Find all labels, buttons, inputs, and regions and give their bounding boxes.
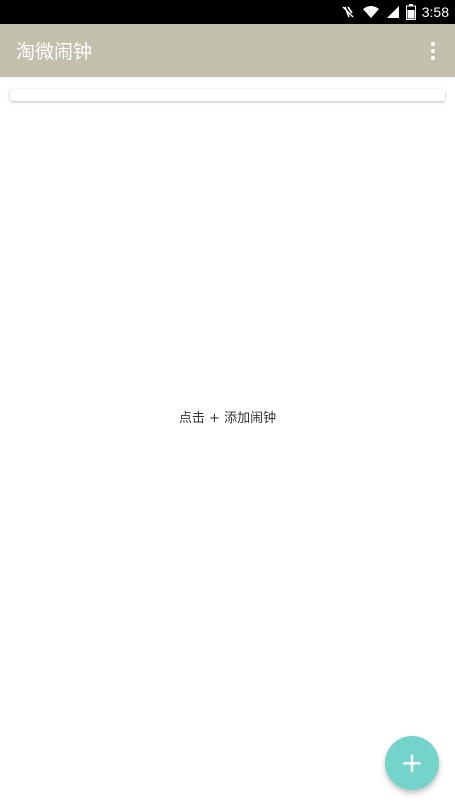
add-icon: + xyxy=(400,746,424,779)
wifi-icon xyxy=(362,4,380,20)
overflow-dot xyxy=(431,41,435,46)
overflow-menu-icon[interactable] xyxy=(421,39,445,63)
app-bar: 淘微闹钟 xyxy=(0,24,455,77)
status-bar: 3:58 xyxy=(0,0,455,24)
add-alarm-button[interactable]: + xyxy=(385,736,439,790)
overflow-dot xyxy=(431,48,435,53)
app-title: 淘微闹钟 xyxy=(16,41,93,63)
alarm-list-card xyxy=(10,89,445,101)
overflow-dot xyxy=(431,55,435,60)
signal-icon xyxy=(386,4,400,20)
mute-icon xyxy=(340,4,356,20)
status-time: 3:58 xyxy=(421,4,449,20)
empty-hint: 点击 + 添加闹钟 xyxy=(178,411,277,426)
battery-icon xyxy=(405,4,416,20)
